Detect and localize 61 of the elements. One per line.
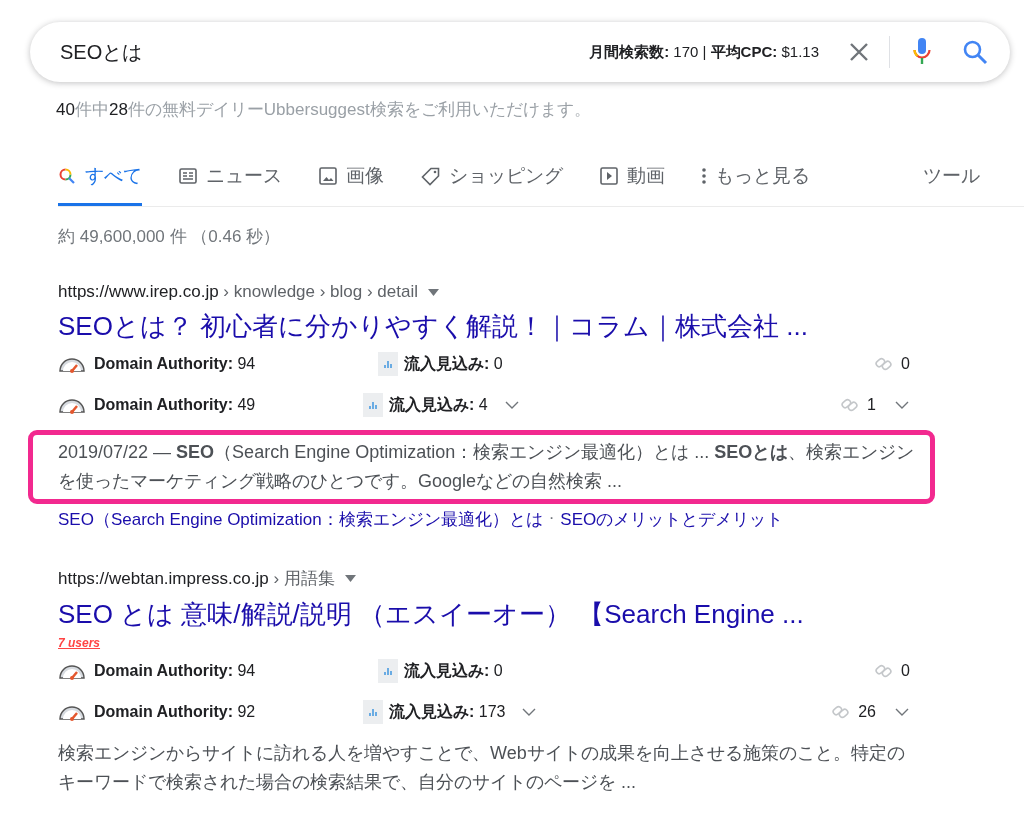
gauge-icon <box>58 662 86 680</box>
dropdown-icon[interactable] <box>428 288 439 296</box>
link-icon <box>841 397 860 413</box>
search-tab[interactable]: ショッピング <box>421 163 563 206</box>
chart-document-icon <box>378 659 398 683</box>
tag-icon <box>421 166 440 186</box>
image-icon <box>319 167 337 185</box>
domain-authority: Domain Authority: 92 <box>94 703 256 721</box>
domain-authority: Domain Authority: 94 <box>94 662 256 680</box>
result-url: https://webtan.impress.co.jp › 用語集 <box>58 568 335 590</box>
link-icon <box>875 663 894 679</box>
tools-tab[interactable]: ツール <box>923 163 980 206</box>
sitelink[interactable]: SEOのメリットとデメリット <box>560 508 784 531</box>
chart-document-icon <box>363 700 383 724</box>
link-count: 1 <box>867 396 876 414</box>
play-icon <box>600 167 618 185</box>
search-tab[interactable]: 画像 <box>319 163 384 206</box>
gauge-icon <box>58 396 86 414</box>
search-icon[interactable] <box>962 39 988 65</box>
search-tab[interactable]: すべて <box>58 163 142 206</box>
close-icon[interactable] <box>849 42 869 62</box>
more-icon <box>702 167 706 185</box>
result-count: 約 49,600,000 件 （0.46 秒） <box>58 226 282 248</box>
quota-notice: 40件中28件の無料デイリーUbbersuggest検索をご利用いただけます。 <box>56 99 592 121</box>
search-query: SEOとは <box>60 39 144 65</box>
link-count: 26 <box>858 703 876 721</box>
chart-document-icon <box>378 352 398 376</box>
gauge-icon <box>58 355 86 373</box>
traffic-estimate: 流入見込み: 0 <box>404 660 503 681</box>
search-icon <box>58 167 76 185</box>
sitelink[interactable]: SEO（Search Engine Optimization：検索エンジン最適化）とは <box>58 508 543 531</box>
domain-authority: Domain Authority: 49 <box>94 396 256 414</box>
dropdown-icon[interactable] <box>344 575 356 582</box>
link-count: 0 <box>901 662 910 680</box>
users-badge[interactable]: 7 users <box>58 636 101 650</box>
result-snippet: 2019/07/22 — SEO（Search Engine Optimization：検索エンジン最適化）とは ... SEOとは、検索エンジンを使ったマーケティング戦略のひとつです。Googleなどの自然検索 ... <box>28 430 935 504</box>
result-title-link[interactable]: SEO とは 意味/解説/説明 （エスイーオー） 【Search Engine ... <box>58 597 918 632</box>
result-title-link[interactable]: SEOとは？ 初心者に分かりやすく解説！｜コラム｜株式会社 ... <box>58 309 918 344</box>
traffic-estimate: 流入見込み: 173 <box>389 701 506 722</box>
traffic-estimate: 流入見込み: 0 <box>404 353 503 374</box>
link-count: 0 <box>901 355 910 373</box>
gauge-icon <box>58 703 86 721</box>
search-tab[interactable]: 動画 <box>600 163 665 206</box>
chevron-down-icon[interactable] <box>503 400 520 410</box>
search-tab[interactable]: ニュース <box>179 163 282 206</box>
link-icon <box>832 704 851 720</box>
newspaper-icon <box>179 168 197 184</box>
result-url: https://www.irep.co.jp › knowledge › blog › detail <box>58 282 418 302</box>
result-snippet: 検索エンジンからサイトに訪れる人を増やすことで、Webサイトの成果を向上させる施策のこと。特定のキーワードで検索された場合の検索結果で、自分のサイトのページを ... <box>58 742 906 794</box>
chevron-down-icon[interactable] <box>894 400 910 410</box>
domain-authority: Domain Authority: 94 <box>94 355 256 373</box>
search-tab[interactable]: もっと見る <box>702 163 810 206</box>
traffic-estimate: 流入見込み: 4 <box>389 394 488 415</box>
link-icon <box>875 356 894 372</box>
chevron-down-icon[interactable] <box>894 707 910 717</box>
separator-dot: · <box>548 508 555 529</box>
chevron-down-icon[interactable] <box>521 707 538 717</box>
keyword-stats: 月間検索数: 170 | 平均CPC: $1.13 <box>589 42 819 62</box>
chart-document-icon <box>363 393 383 417</box>
microphone-icon[interactable] <box>912 37 932 67</box>
search-bar[interactable]: SEOとは 月間検索数: 170 | 平均CPC: $1.13 <box>30 22 1010 82</box>
